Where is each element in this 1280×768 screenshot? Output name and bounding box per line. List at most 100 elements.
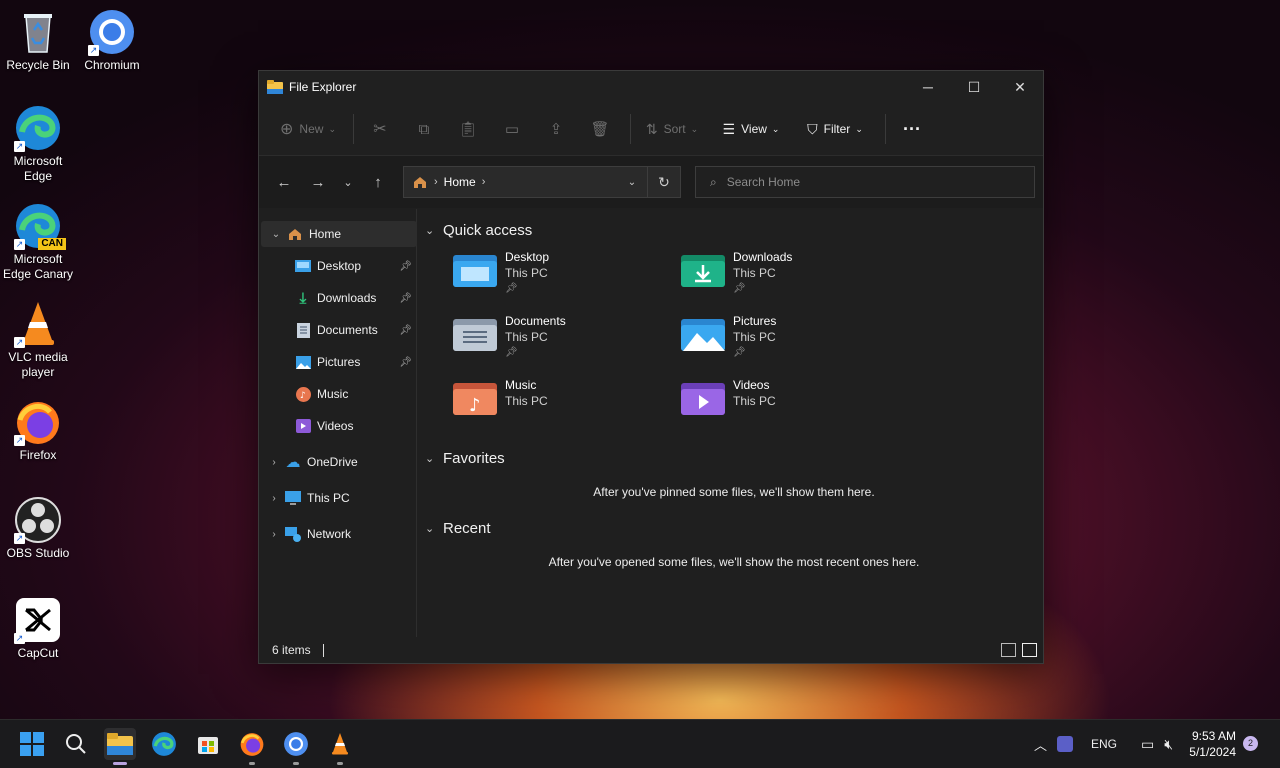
tiles-view-icon[interactable] <box>1022 643 1037 657</box>
sort-icon: ⇅ <box>645 120 658 137</box>
chevron-right-icon[interactable]: › <box>263 493 285 504</box>
view-button[interactable]: ☰ View ⌄ <box>711 113 791 145</box>
forward-button[interactable]: → <box>301 166 335 198</box>
sidebar-item-home[interactable]: ⌄ Home <box>261 221 417 247</box>
desktop-icon-capcut[interactable]: ↗ CapCut <box>0 596 76 661</box>
desktop-icon-chromium[interactable]: ↗ Chromium <box>74 8 150 73</box>
downloads-folder-icon <box>681 253 725 289</box>
pin-icon[interactable]: 📌︎ <box>399 325 412 336</box>
clock-date: 5/1/2024 <box>1189 745 1236 759</box>
desktop-icon-obs[interactable]: ↗ OBS Studio <box>0 496 76 561</box>
item-location: This PC <box>733 266 776 280</box>
quick-access-item-music[interactable]: ♪ Music This PC <box>453 377 681 427</box>
taskbar-store[interactable] <box>192 728 224 760</box>
svg-text:♪: ♪ <box>469 395 481 416</box>
sidebar-item-music[interactable]: ♪ Music <box>259 381 416 407</box>
quick-access-item-downloads[interactable]: Downloads This PC 📌︎ <box>681 249 909 299</box>
teams-icon[interactable] <box>1057 736 1074 752</box>
share-icon: ⇪ <box>549 121 563 138</box>
sidebar-item-label: Music <box>317 387 349 401</box>
chevron-right-icon[interactable]: › <box>263 529 285 540</box>
show-hidden-icons-button[interactable]: ︿ <box>1034 735 1047 754</box>
delete-button[interactable]: 🗑︎ <box>580 113 620 145</box>
sidebar-item-videos[interactable]: Videos <box>259 413 416 439</box>
music-icon: ♪ <box>295 386 311 402</box>
rename-button[interactable]: ▭ <box>492 113 532 145</box>
sidebar-item-label: Home <box>309 227 342 241</box>
maximize-button[interactable]: ☐ <box>951 71 997 103</box>
quick-access-header[interactable]: ⌄ Quick access <box>425 217 1043 243</box>
network-status-icon[interactable]: ▭ <box>1141 736 1154 753</box>
desktop-icon-label: Recycle Bin <box>6 58 70 72</box>
obs-icon: ↗ <box>14 496 62 544</box>
chevron-down-icon: ⌄ <box>425 224 435 237</box>
notification-badge[interactable]: 2 <box>1243 736 1258 751</box>
clock[interactable]: 9:53 AM 5/1/2024 <box>1189 728 1236 760</box>
minimize-button[interactable]: ─ <box>905 71 951 103</box>
sidebar-item-this-pc[interactable]: › This PC <box>259 485 416 511</box>
start-button[interactable] <box>16 728 48 760</box>
chevron-down-icon: ⌄ <box>328 123 336 134</box>
search-box[interactable]: ⌕ <box>695 166 1035 198</box>
chevron-down-icon: ⌄ <box>425 452 435 465</box>
search-input[interactable] <box>724 174 1009 190</box>
favorites-header[interactable]: ⌄ Favorites <box>425 445 1043 471</box>
running-indicator <box>113 762 127 765</box>
desktop-icon-recycle-bin[interactable]: Recycle Bin <box>0 8 76 73</box>
address-dropdown-icon[interactable]: ⌄ <box>617 177 647 188</box>
edge-icon: ↗ <box>14 104 62 152</box>
recent-locations-button[interactable]: ⌄ <box>335 166 361 198</box>
see-more-button[interactable]: ··· <box>892 113 932 145</box>
taskbar-vlc[interactable] <box>324 728 356 765</box>
taskbar-edge[interactable] <box>148 728 180 760</box>
pin-icon[interactable]: 📌︎ <box>399 261 412 272</box>
quick-access-item-videos[interactable]: Videos This PC <box>681 377 909 427</box>
cloud-icon: ☁ <box>285 454 301 471</box>
desktop-icon-vlc[interactable]: ↗ VLC media player <box>0 300 76 380</box>
sidebar-item-documents[interactable]: Documents 📌︎ <box>259 317 416 343</box>
taskbar-firefox[interactable] <box>236 728 268 765</box>
new-button[interactable]: ⊕ New ⌄ <box>273 113 343 145</box>
desktop-icon-edge[interactable]: ↗ Microsoft Edge <box>0 104 76 184</box>
address-bar[interactable]: › Home › ⌄ ↻ <box>403 166 681 198</box>
close-button[interactable]: ✕ <box>997 71 1043 103</box>
window-title: File Explorer <box>289 80 357 94</box>
paste-button[interactable]: 📋︎ <box>448 113 488 145</box>
cut-button[interactable]: ✂ <box>360 113 400 145</box>
back-button[interactable]: ← <box>267 166 301 198</box>
refresh-button[interactable]: ↻ <box>647 167 680 197</box>
volume-muted-icon[interactable]: 🔇︎ <box>1164 736 1173 753</box>
desktop-icon-firefox[interactable]: ↗ Firefox <box>0 398 76 463</box>
filter-button[interactable]: ⛉ Filter ⌄ <box>795 113 875 145</box>
chevron-right-icon[interactable]: › <box>263 457 285 468</box>
language-indicator[interactable]: ENG <box>1091 737 1117 751</box>
share-button[interactable]: ⇪ <box>536 113 576 145</box>
sort-button[interactable]: ⇅ Sort ⌄ <box>637 113 707 145</box>
canary-badge: CAN <box>38 238 66 250</box>
sidebar-item-desktop[interactable]: Desktop 📌︎ <box>259 253 416 279</box>
title-bar[interactable]: File Explorer ─ ☐ ✕ <box>259 71 1043 103</box>
sidebar-item-downloads[interactable]: ⤓ Downloads 📌︎ <box>259 285 416 311</box>
copy-button[interactable]: ⧉ <box>404 113 444 145</box>
breadcrumb-home[interactable]: Home <box>444 175 476 189</box>
shortcut-arrow-icon: ↗ <box>14 435 25 446</box>
pin-icon[interactable]: 📌︎ <box>399 357 412 368</box>
recent-header[interactable]: ⌄ Recent <box>425 515 1043 541</box>
up-button[interactable]: ↑ <box>361 166 395 198</box>
pin-icon[interactable]: 📌︎ <box>399 293 412 304</box>
sidebar-item-pictures[interactable]: Pictures 📌︎ <box>259 349 416 375</box>
quick-access-item-pictures[interactable]: Pictures This PC 📌︎ <box>681 313 909 363</box>
sidebar-item-network[interactable]: › Network <box>259 521 416 547</box>
taskbar-file-explorer[interactable] <box>104 728 136 765</box>
sidebar-item-onedrive[interactable]: › ☁ OneDrive <box>259 449 416 475</box>
system-tray: ︿ ENG ▭ 🔇︎ <box>1034 720 1173 768</box>
details-view-icon[interactable] <box>1001 643 1016 657</box>
quick-access-item-documents[interactable]: Documents This PC 📌︎ <box>453 313 681 363</box>
search-button[interactable] <box>60 728 92 760</box>
chevron-down-icon[interactable]: ⌄ <box>265 229 287 240</box>
desktop-folder-icon <box>295 258 311 274</box>
quick-access-item-desktop[interactable]: Desktop This PC 📌︎ <box>453 249 681 299</box>
desktop-icon-edge-canary[interactable]: CAN ↗ Microsoft Edge Canary <box>0 202 76 282</box>
favorites-empty-message: After you've pinned some files, we'll sh… <box>593 485 875 499</box>
taskbar-chromium[interactable] <box>280 728 312 765</box>
